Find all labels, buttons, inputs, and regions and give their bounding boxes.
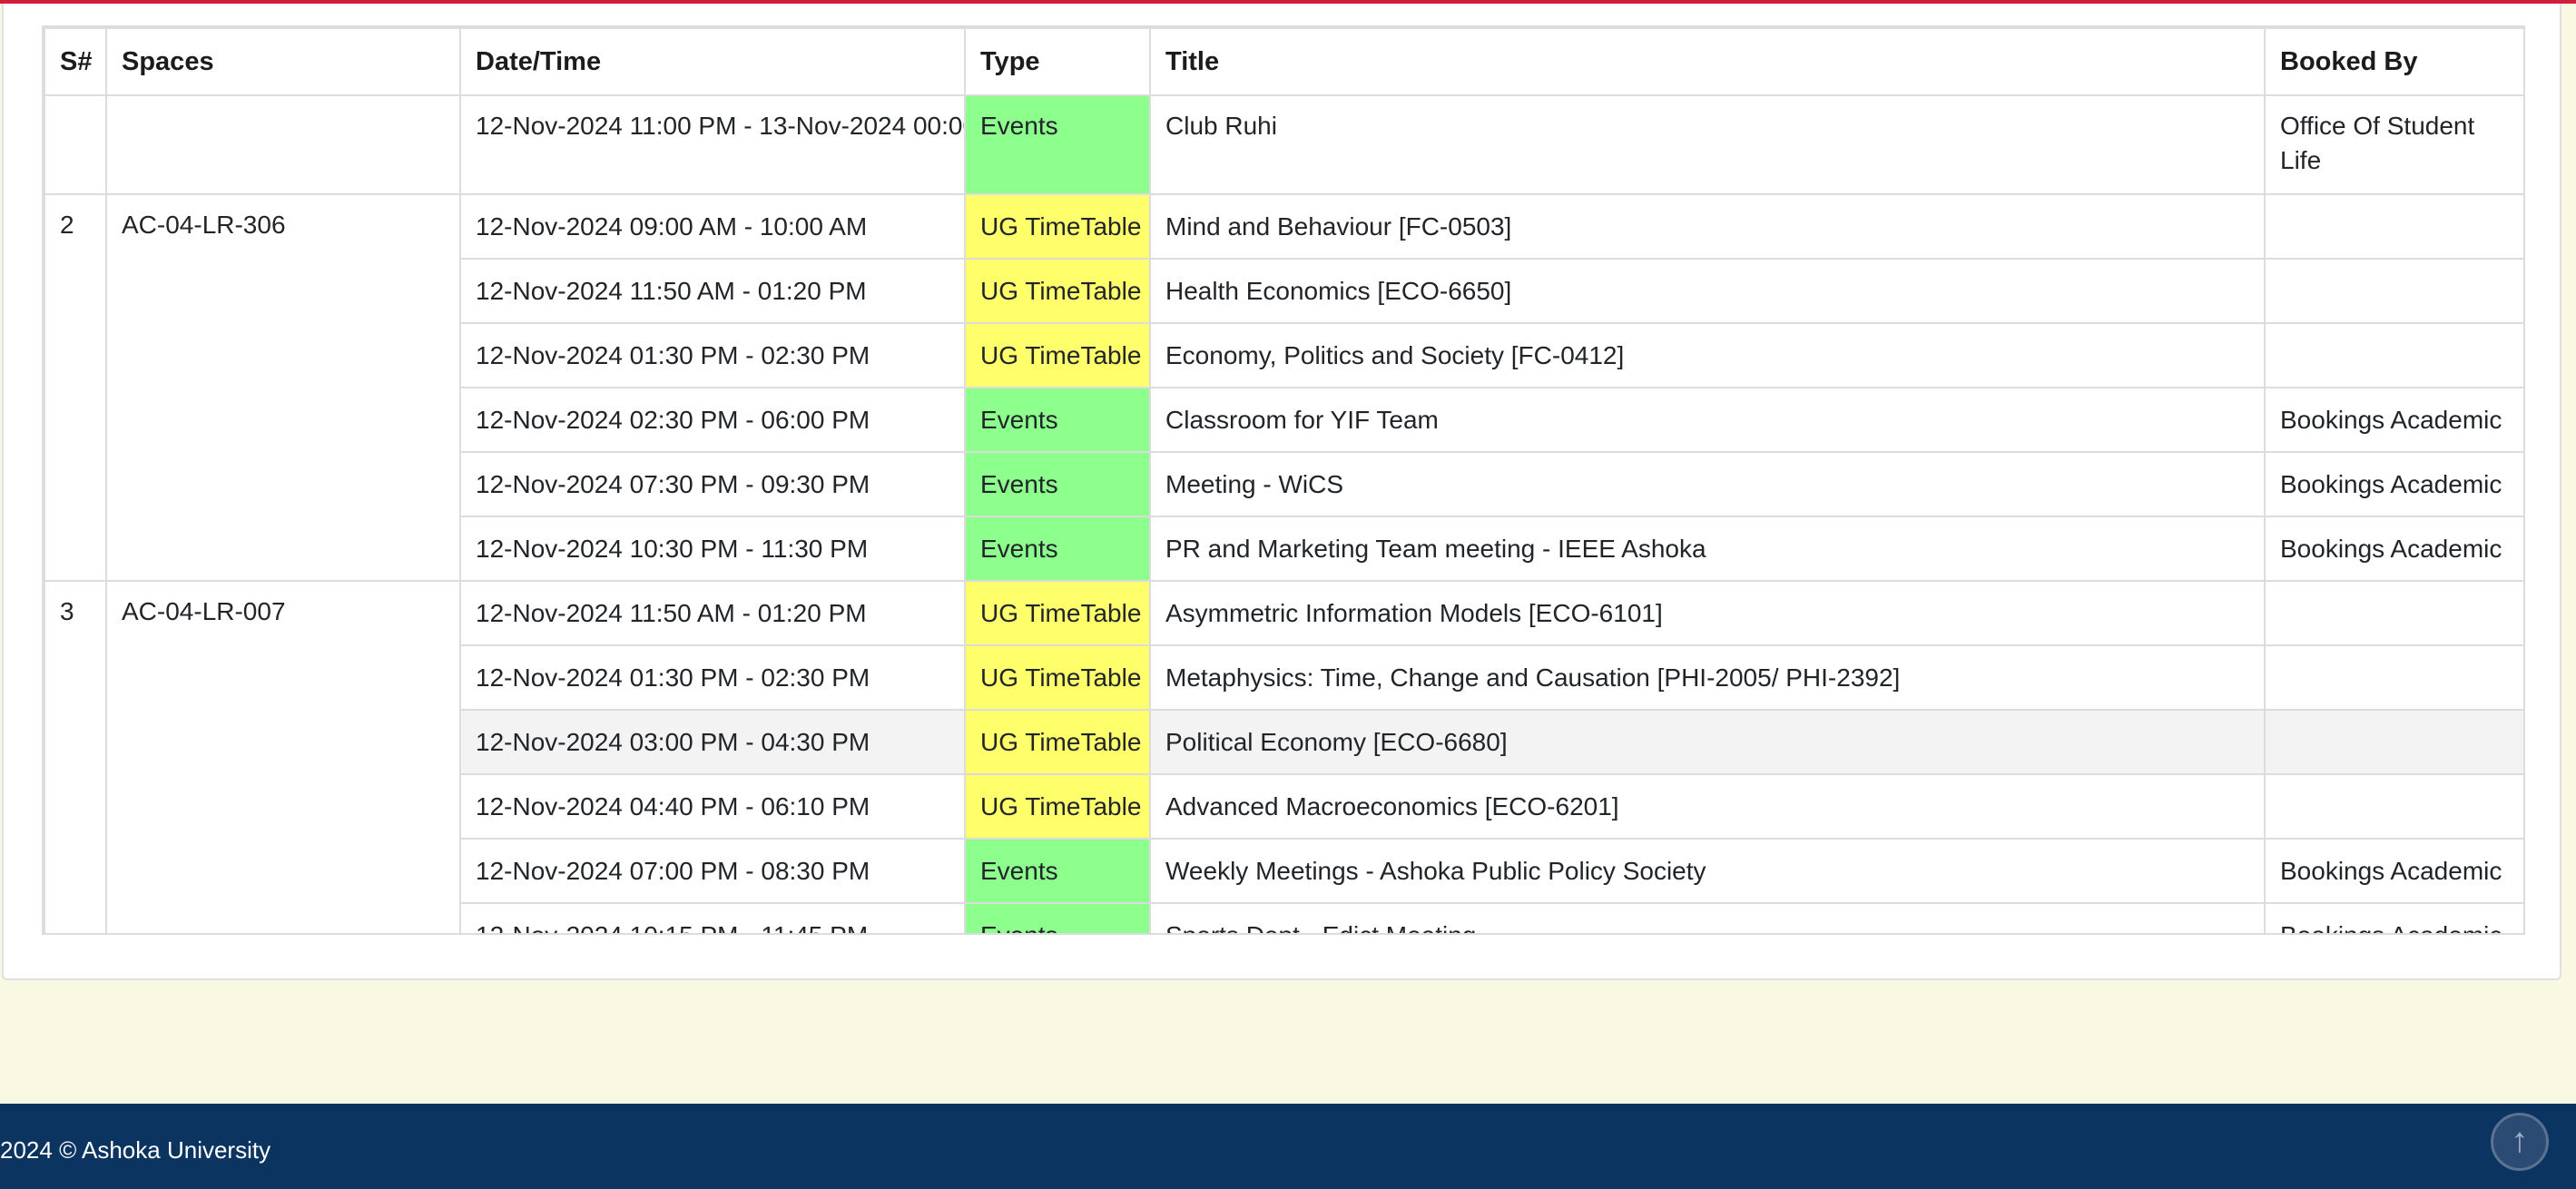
- serial-number-cell: 3: [44, 580, 107, 933]
- type-cell: Events: [964, 516, 1151, 582]
- title-cell: Weekly Meetings - Ashoka Public Policy S…: [1149, 838, 2266, 904]
- datetime-cell: 12-Nov-2024 11:50 AM - 01:20 PM: [459, 258, 966, 324]
- title-cell: Meeting - WiCS: [1149, 451, 2266, 517]
- title-cell: Advanced Macroeconomics [ECO-6201]: [1149, 773, 2266, 840]
- type-cell: Events: [964, 387, 1151, 453]
- datetime-cell: 12-Nov-2024 07:30 PM - 09:30 PM: [459, 451, 966, 517]
- scroll-to-top-button[interactable]: ↑: [2491, 1113, 2549, 1171]
- type-cell: UG TimeTable: [964, 773, 1151, 840]
- title-cell: Asymmetric Information Models [ECO-6101]: [1149, 580, 2266, 646]
- datetime-cell: 12-Nov-2024 09:00 AM - 10:00 AM: [459, 193, 966, 260]
- booked-by-cell: [2264, 322, 2523, 388]
- datetime-cell: 12-Nov-2024 11:50 AM - 01:20 PM: [459, 580, 966, 646]
- type-cell: UG TimeTable: [964, 193, 1151, 260]
- booked-by-cell: Bookings Academic: [2264, 516, 2523, 582]
- bookings-table: S# Spaces Date/Time Type Title Booked By…: [44, 27, 2523, 933]
- datetime-cell: 12-Nov-2024 03:00 PM - 04:30 PM: [459, 709, 966, 775]
- title-cell: PR and Marketing Team meeting - IEEE Ash…: [1149, 516, 2266, 582]
- datetime-cell: 12-Nov-2024 10:30 PM - 11:30 PM: [459, 516, 966, 582]
- type-cell: UG TimeTable: [964, 644, 1151, 711]
- type-cell: UG TimeTable: [964, 322, 1151, 388]
- table-header-row: S# Spaces Date/Time Type Title Booked By: [44, 27, 2523, 96]
- column-header-sn[interactable]: S#: [44, 27, 107, 96]
- title-cell: Economy, Politics and Society [FC-0412]: [1149, 322, 2266, 388]
- booked-by-cell: Bookings Academic: [2264, 387, 2523, 453]
- datetime-cell: 12-Nov-2024 10:15 PM - 11:45 PM: [459, 902, 966, 933]
- booked-by-cell: [2264, 193, 2523, 260]
- type-cell: Events: [964, 902, 1151, 933]
- booked-by-cell: [2264, 258, 2523, 324]
- title-cell: Club Ruhi: [1149, 94, 2266, 195]
- space-cell: [105, 94, 461, 195]
- type-cell: Events: [964, 838, 1151, 904]
- title-cell: Classroom for YIF Team: [1149, 387, 2266, 453]
- column-header-spaces[interactable]: Spaces: [105, 27, 461, 96]
- datetime-cell: 12-Nov-2024 01:30 PM - 02:30 PM: [459, 644, 966, 711]
- column-header-datetime[interactable]: Date/Time: [459, 27, 966, 96]
- booked-by-cell: Office Of Student Life: [2264, 94, 2523, 195]
- booked-by-cell: Bookings Academic: [2264, 451, 2523, 517]
- title-cell: Political Economy [ECO-6680]: [1149, 709, 2266, 775]
- datetime-cell: 12-Nov-2024 02:30 PM - 06:00 PM: [459, 387, 966, 453]
- title-cell: Mind and Behaviour [FC-0503]: [1149, 193, 2266, 260]
- title-cell: Health Economics [ECO-6650]: [1149, 258, 2266, 324]
- page-footer: 2024 © Ashoka University: [0, 1104, 2576, 1189]
- datetime-cell: 12-Nov-2024 07:00 PM - 08:30 PM: [459, 838, 966, 904]
- datetime-cell: 12-Nov-2024 01:30 PM - 02:30 PM: [459, 322, 966, 388]
- booked-by-cell: [2264, 644, 2523, 711]
- space-cell: AC-04-LR-306: [105, 193, 461, 582]
- booked-by-cell: [2264, 709, 2523, 775]
- title-cell: Sports Dept - Edict Meeting: [1149, 902, 2266, 933]
- table-row: 12-Nov-2024 11:00 PM - 13-Nov-2024 00:00…: [44, 94, 2523, 195]
- booked-by-cell: [2264, 773, 2523, 840]
- serial-number-cell: 2: [44, 193, 107, 582]
- datetime-cell: 12-Nov-2024 11:00 PM - 13-Nov-2024 00:00: [459, 94, 966, 195]
- column-header-type[interactable]: Type: [964, 27, 1151, 96]
- title-cell: Metaphysics: Time, Change and Causation …: [1149, 644, 2266, 711]
- type-cell: Events: [964, 94, 1151, 195]
- table-row: 2 AC-04-LR-306 12-Nov-2024 09:00 AM - 10…: [44, 193, 2523, 582]
- type-cell: UG TimeTable: [964, 709, 1151, 775]
- bookings-table-scroll-area[interactable]: S# Spaces Date/Time Type Title Booked By…: [42, 25, 2525, 935]
- type-cell: UG TimeTable: [964, 258, 1151, 324]
- table-row: 3 AC-04-LR-007 12-Nov-2024 11:50 AM - 01…: [44, 580, 2523, 933]
- booked-by-cell: Bookings Academic: [2264, 838, 2523, 904]
- booked-by-cell: [2264, 580, 2523, 646]
- booked-by-cell: Bookings Academic: [2264, 902, 2523, 933]
- column-header-booked-by[interactable]: Booked By: [2264, 27, 2523, 96]
- datetime-cell: 12-Nov-2024 04:40 PM - 06:10 PM: [459, 773, 966, 840]
- serial-number-cell: [44, 94, 107, 195]
- bookings-card: S# Spaces Date/Time Type Title Booked By…: [2, 4, 2561, 980]
- arrow-up-circle-icon: ↑: [2511, 1122, 2529, 1160]
- space-cell: AC-04-LR-007: [105, 580, 461, 933]
- footer-copyright: 2024 © Ashoka University: [0, 1136, 271, 1164]
- type-cell: Events: [964, 451, 1151, 517]
- type-cell: UG TimeTable: [964, 580, 1151, 646]
- column-header-title[interactable]: Title: [1149, 27, 2266, 96]
